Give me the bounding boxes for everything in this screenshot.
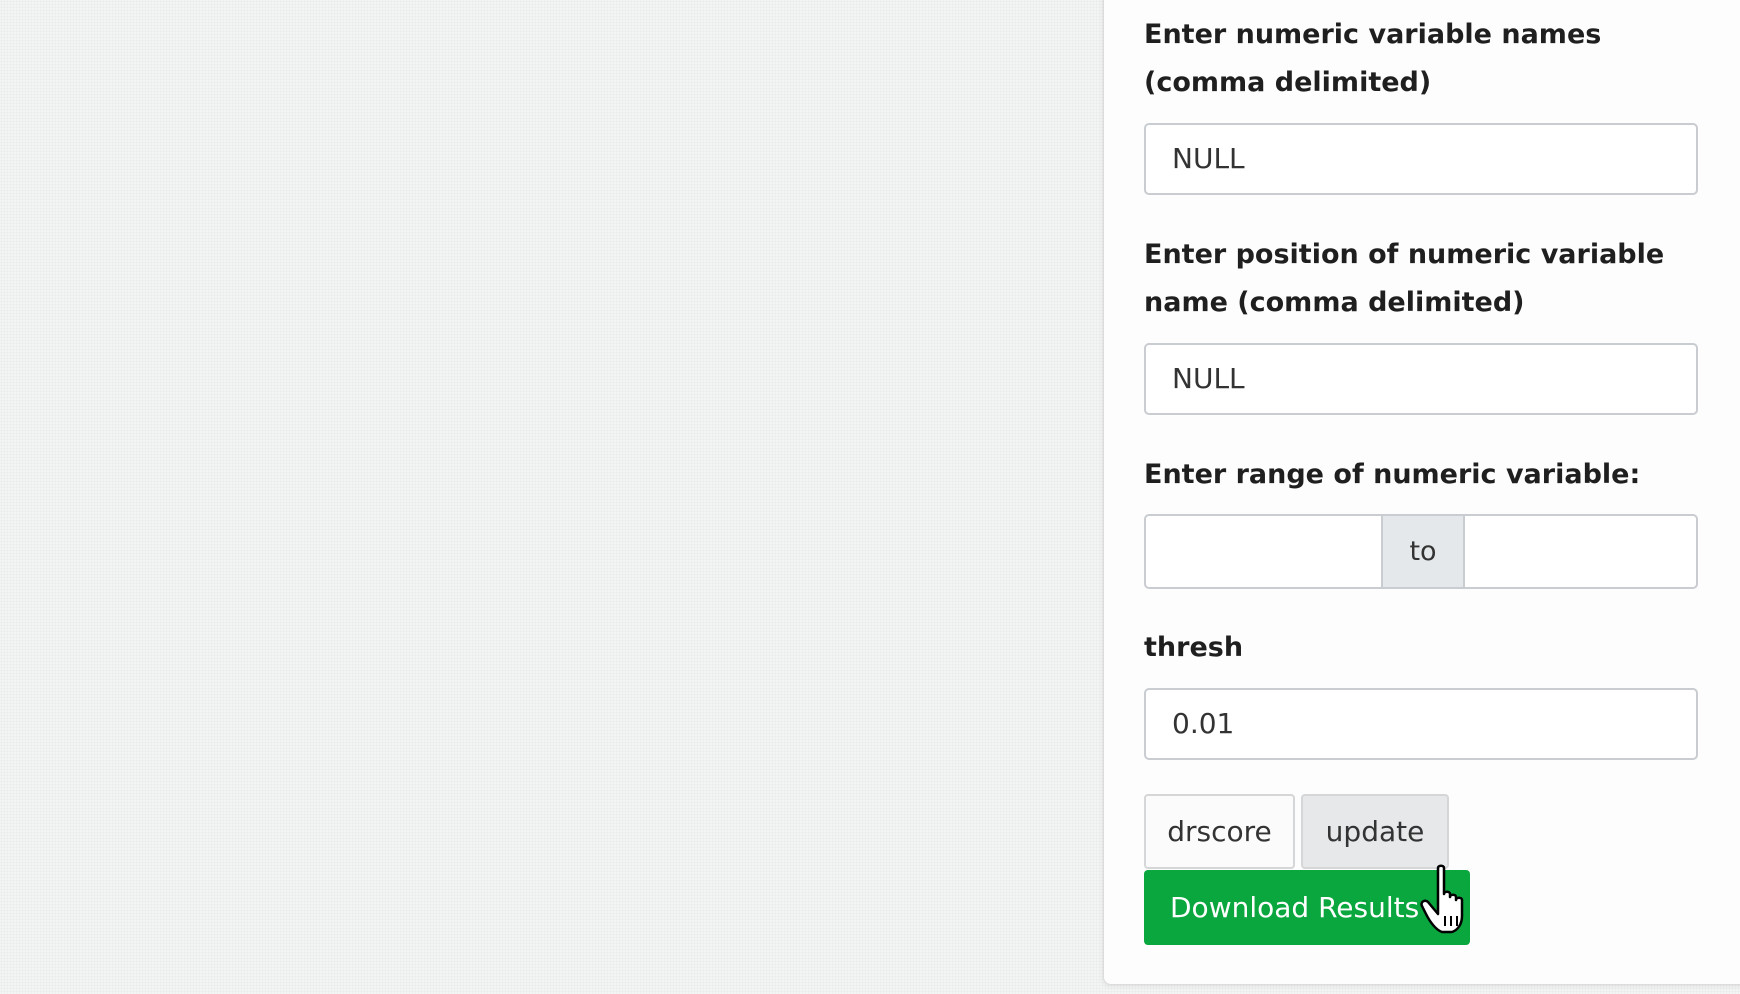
range-label: Enter range of numeric variable: <box>1144 459 1641 490</box>
range-from-input[interactable] <box>1146 516 1381 587</box>
drscore-button[interactable]: drscore <box>1144 794 1295 869</box>
range-to-input[interactable] <box>1461 516 1696 587</box>
hand-pointer-icon <box>1420 864 1464 934</box>
range-separator: to <box>1381 516 1465 587</box>
numeric-names-input[interactable]: NULL <box>1144 123 1698 195</box>
update-button[interactable]: update <box>1301 794 1449 869</box>
numeric-positions-label: Enter position of numeric variable name … <box>1144 239 1665 318</box>
thresh-label: thresh <box>1144 632 1244 663</box>
range-input-group: to <box>1144 514 1698 589</box>
numeric-positions-input[interactable]: NULL <box>1144 343 1698 415</box>
thresh-input[interactable]: 0.01 <box>1144 688 1698 760</box>
numeric-names-label: Enter numeric variable names (comma deli… <box>1144 19 1602 98</box>
